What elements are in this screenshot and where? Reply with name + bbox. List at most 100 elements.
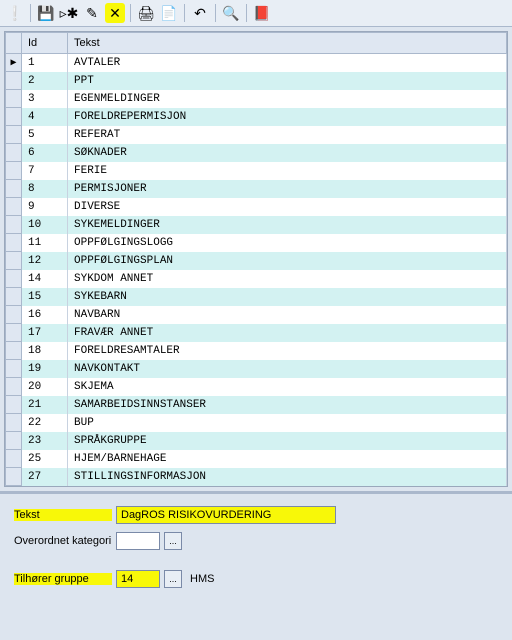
row-selector[interactable]	[6, 144, 22, 162]
cell-id: 27	[22, 468, 68, 486]
row-selector[interactable]	[6, 90, 22, 108]
row-selector[interactable]	[6, 360, 22, 378]
toolbar-separator	[30, 4, 31, 22]
gruppe-lookup-button[interactable]: ...	[164, 570, 182, 588]
cell-id: 2	[22, 72, 68, 90]
table-row[interactable]: 4FORELDREPERMISJON	[6, 108, 507, 126]
cell-id: 1	[22, 54, 68, 72]
gruppe-text: HMS	[190, 573, 214, 585]
table-row[interactable]: 7FERIE	[6, 162, 507, 180]
row-selector[interactable]	[6, 108, 22, 126]
cell-tekst: OPPFØLGINGSPLAN	[68, 252, 507, 270]
preview-icon[interactable]: 📄	[159, 3, 179, 23]
cell-tekst: SAMARBEIDSINNSTANSER	[68, 396, 507, 414]
detail-form: Tekst Overordnet kategori ... Tilhører g…	[0, 491, 512, 602]
cell-id: 9	[22, 198, 68, 216]
table-row[interactable]: 23SPRÅKGRUPPE	[6, 432, 507, 450]
overordnet-label: Overordnet kategori	[14, 535, 112, 547]
undo-icon[interactable]: ↶	[190, 3, 210, 23]
row-selector[interactable]	[6, 162, 22, 180]
cell-id: 8	[22, 180, 68, 198]
cell-tekst: REFERAT	[68, 126, 507, 144]
row-selector[interactable]	[6, 396, 22, 414]
cell-tekst: NAVKONTAKT	[68, 360, 507, 378]
row-selector[interactable]	[6, 252, 22, 270]
table-row[interactable]: 18FORELDRESAMTALER	[6, 342, 507, 360]
table-row[interactable]: 20SKJEMA	[6, 378, 507, 396]
info-icon[interactable]: ❕	[5, 3, 25, 23]
row-selector[interactable]	[6, 234, 22, 252]
table-row[interactable]: 11OPPFØLGINGSLOGG	[6, 234, 507, 252]
row-selector[interactable]	[6, 342, 22, 360]
row-selector[interactable]	[6, 126, 22, 144]
table-row[interactable]: 27STILLINGSINFORMASJON	[6, 468, 507, 486]
row-selector[interactable]	[6, 288, 22, 306]
row-selector[interactable]	[6, 72, 22, 90]
cell-tekst: EGENMELDINGER	[68, 90, 507, 108]
table-row[interactable]: 21SAMARBEIDSINNSTANSER	[6, 396, 507, 414]
cell-id: 17	[22, 324, 68, 342]
table-row[interactable]: 14SYKDOM ANNET	[6, 270, 507, 288]
row-selector[interactable]	[6, 270, 22, 288]
row-selector[interactable]	[6, 324, 22, 342]
gruppe-input[interactable]	[116, 570, 160, 588]
search-icon[interactable]: 🔍	[221, 3, 241, 23]
save-icon[interactable]: 💾	[36, 3, 56, 23]
cell-id: 19	[22, 360, 68, 378]
cell-id: 23	[22, 432, 68, 450]
overordnet-lookup-button[interactable]: ...	[164, 532, 182, 550]
overordnet-input[interactable]	[116, 532, 160, 550]
table-row[interactable]: 5REFERAT	[6, 126, 507, 144]
data-grid: Id Tekst ▶1AVTALER2PPT3EGENMELDINGER4FOR…	[4, 31, 508, 487]
row-selector[interactable]	[6, 306, 22, 324]
table-row[interactable]: 22BUP	[6, 414, 507, 432]
table-row[interactable]: 15SYKEBARN	[6, 288, 507, 306]
row-selector[interactable]: ▶	[6, 54, 22, 72]
cell-id: 6	[22, 144, 68, 162]
cell-tekst: OPPFØLGINGSLOGG	[68, 234, 507, 252]
row-selector[interactable]	[6, 180, 22, 198]
table-row[interactable]: ▶1AVTALER	[6, 54, 507, 72]
delete-icon[interactable]: ✕	[105, 3, 125, 23]
table-row[interactable]: 17FRAVÆR ANNET	[6, 324, 507, 342]
table-row[interactable]: 25HJEM/BARNEHAGE	[6, 450, 507, 468]
cell-tekst: PERMISJONER	[68, 180, 507, 198]
cell-tekst: SØKNADER	[68, 144, 507, 162]
column-header-tekst[interactable]: Tekst	[68, 33, 507, 54]
column-header-id[interactable]: Id	[22, 33, 68, 54]
table-row[interactable]: 16NAVBARN	[6, 306, 507, 324]
table-row[interactable]: 12OPPFØLGINGSPLAN	[6, 252, 507, 270]
table-row[interactable]: 3EGENMELDINGER	[6, 90, 507, 108]
cell-tekst: SYKDOM ANNET	[68, 270, 507, 288]
table-row[interactable]: 8PERMISJONER	[6, 180, 507, 198]
cell-tekst: BUP	[68, 414, 507, 432]
table-row[interactable]: 2PPT	[6, 72, 507, 90]
table-row[interactable]: 19NAVKONTAKT	[6, 360, 507, 378]
cell-tekst: NAVBARN	[68, 306, 507, 324]
column-header-selector[interactable]	[6, 33, 22, 54]
table-row[interactable]: 10SYKEMELDINGER	[6, 216, 507, 234]
row-selector[interactable]	[6, 468, 22, 486]
edit-icon[interactable]: ✎	[82, 3, 102, 23]
row-selector[interactable]	[6, 450, 22, 468]
gruppe-label: Tilhører gruppe	[14, 573, 112, 585]
cell-tekst: FRAVÆR ANNET	[68, 324, 507, 342]
cell-id: 10	[22, 216, 68, 234]
print-icon[interactable]: 🖨	[136, 3, 156, 23]
table-row[interactable]: 9DIVERSE	[6, 198, 507, 216]
cell-id: 7	[22, 162, 68, 180]
table-row[interactable]: 6SØKNADER	[6, 144, 507, 162]
cell-id: 21	[22, 396, 68, 414]
cell-tekst: FERIE	[68, 162, 507, 180]
tekst-input[interactable]	[116, 506, 336, 524]
row-selector[interactable]	[6, 378, 22, 396]
main-toolbar: ❕ 💾 ▹✱ ✎ ✕ 🖨 📄 ↶ 🔍 📕	[0, 0, 512, 27]
help-icon[interactable]: 📕	[252, 3, 272, 23]
cell-tekst: STILLINGSINFORMASJON	[68, 468, 507, 486]
row-selector[interactable]	[6, 432, 22, 450]
new-record-icon[interactable]: ▹✱	[59, 3, 79, 23]
cell-id: 11	[22, 234, 68, 252]
row-selector[interactable]	[6, 198, 22, 216]
row-selector[interactable]	[6, 216, 22, 234]
row-selector[interactable]	[6, 414, 22, 432]
